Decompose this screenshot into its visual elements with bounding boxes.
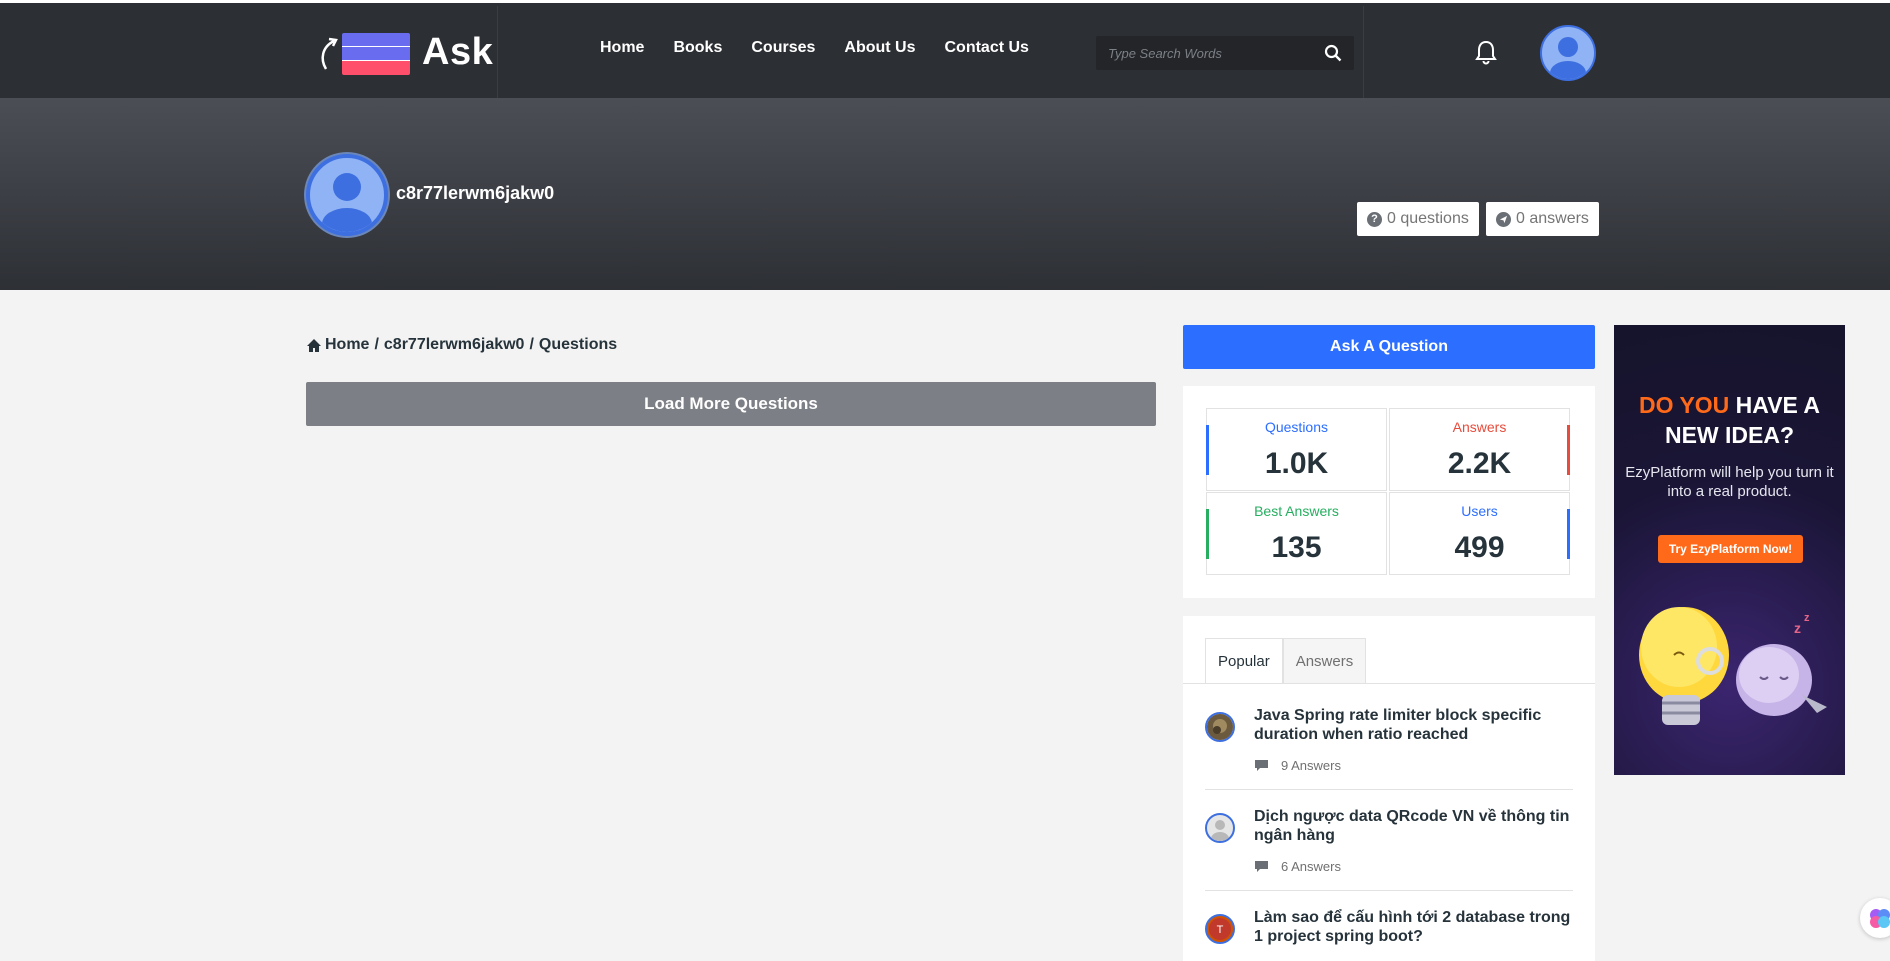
nav-books[interactable]: Books bbox=[673, 39, 722, 57]
header-search bbox=[1096, 36, 1354, 70]
tab-answers[interactable]: Answers bbox=[1282, 638, 1367, 684]
answer-count: 6 Answers bbox=[1281, 859, 1341, 874]
site-stats-panel: Questions 1.0K Answers 2.2K Best Answers… bbox=[1183, 386, 1595, 598]
svg-text:z: z bbox=[1794, 620, 1801, 636]
logo-flag-icon bbox=[342, 33, 410, 75]
load-more-questions-button[interactable]: Load More Questions bbox=[306, 382, 1156, 426]
stat-label: Users bbox=[1461, 503, 1498, 519]
lightbulb-mascots-illustration: z z bbox=[1639, 607, 1827, 725]
question-title[interactable]: Làm sao để cấu hình tới 2 database trong… bbox=[1254, 908, 1574, 946]
question-title[interactable]: Dịch ngược data QRcode VN về thông tin n… bbox=[1254, 807, 1574, 845]
brain-assistant-icon[interactable] bbox=[1860, 898, 1890, 938]
popular-widget: Popular Answers Java Spring rate limiter… bbox=[1183, 616, 1595, 961]
logo-arrow-icon bbox=[318, 35, 342, 71]
profile-avatar bbox=[306, 154, 388, 236]
author-avatar[interactable] bbox=[1205, 712, 1235, 742]
comment-icon bbox=[1255, 760, 1268, 771]
main-nav: Home Books Courses About Us Contact Us bbox=[600, 39, 1058, 57]
profile-banner bbox=[0, 98, 1890, 290]
question-mark-icon: ? bbox=[1367, 211, 1382, 227]
question-title[interactable]: Java Spring rate limiter block specific … bbox=[1254, 706, 1574, 744]
header-divider bbox=[1363, 6, 1364, 101]
ad-subtext: EzyPlatform will help you turn it into a… bbox=[1625, 464, 1834, 500]
nav-contact-us[interactable]: Contact Us bbox=[945, 39, 1029, 57]
stat-answers: Answers 2.2K bbox=[1389, 408, 1570, 491]
stat-accent-bar bbox=[1567, 509, 1570, 559]
ad-headline: DO YOU HAVE A NEW IDEA? bbox=[1638, 392, 1821, 448]
question-meta: 6 Answers bbox=[1254, 859, 1341, 874]
answer-count: 9 Answers bbox=[1281, 758, 1341, 773]
stat-accent-bar bbox=[1567, 425, 1570, 475]
nav-courses[interactable]: Courses bbox=[751, 39, 815, 57]
ezyplatform-ad-banner[interactable]: DO YOU HAVE A NEW IDEA? EzyPlatform will… bbox=[1614, 325, 1845, 775]
logo-text: Ask bbox=[422, 31, 494, 73]
ask-question-button[interactable]: Ask A Question bbox=[1183, 325, 1595, 369]
breadcrumb-separator: / bbox=[529, 336, 534, 353]
try-ezyplatform-button[interactable]: Try EzyPlatform Now! bbox=[1658, 535, 1803, 563]
nav-about-us[interactable]: About Us bbox=[844, 39, 915, 57]
search-input[interactable] bbox=[1096, 36, 1316, 70]
breadcrumb-separator: / bbox=[374, 336, 379, 353]
questions-count-label: 0 questions bbox=[1387, 210, 1469, 227]
stat-questions: Questions 1.0K bbox=[1206, 408, 1387, 491]
stat-value: 1.0K bbox=[1264, 447, 1329, 480]
popular-question-item[interactable]: Java Spring rate limiter block specific … bbox=[1205, 706, 1573, 776]
tab-popular[interactable]: Popular bbox=[1205, 638, 1283, 684]
search-icon[interactable] bbox=[1324, 44, 1342, 62]
stat-accent-bar bbox=[1206, 425, 1209, 475]
answers-count-label: 0 answers bbox=[1516, 210, 1589, 227]
tabs-divider bbox=[1183, 683, 1595, 684]
question-meta: 9 Answers bbox=[1254, 758, 1341, 773]
stat-best-answers: Best Answers 135 bbox=[1206, 492, 1387, 575]
svg-text:T: T bbox=[1217, 924, 1224, 936]
user-avatar[interactable] bbox=[1540, 25, 1596, 81]
comment-icon bbox=[1255, 861, 1268, 872]
questions-count-badge[interactable]: ? 0 questions bbox=[1357, 202, 1479, 236]
header-divider bbox=[497, 6, 498, 101]
bell-icon[interactable] bbox=[1474, 39, 1498, 65]
breadcrumb-home[interactable]: Home bbox=[325, 336, 369, 354]
stat-label: Best Answers bbox=[1254, 503, 1339, 519]
author-avatar[interactable] bbox=[1205, 813, 1235, 843]
popular-question-item[interactable]: Dịch ngược data QRcode VN về thông tin n… bbox=[1205, 807, 1573, 877]
home-icon bbox=[307, 338, 321, 352]
list-divider bbox=[1205, 890, 1573, 891]
site-logo[interactable]: Ask bbox=[318, 29, 498, 79]
nav-home[interactable]: Home bbox=[600, 39, 644, 57]
popular-question-item[interactable]: T Làm sao để cấu hình tới 2 database tro… bbox=[1205, 908, 1573, 961]
send-icon bbox=[1496, 211, 1511, 227]
stat-accent-bar bbox=[1206, 509, 1209, 559]
author-avatar[interactable]: T bbox=[1205, 914, 1235, 944]
widget-tabs: Popular Answers bbox=[1205, 638, 1367, 684]
breadcrumb: Home / c8r77lerwm6jakw0 / Questions bbox=[306, 336, 617, 354]
stat-value: 135 bbox=[1271, 531, 1322, 564]
breadcrumb-user[interactable]: c8r77lerwm6jakw0 bbox=[384, 336, 525, 354]
list-divider bbox=[1205, 789, 1573, 790]
stat-label: Questions bbox=[1264, 419, 1329, 435]
svg-text:z: z bbox=[1804, 612, 1810, 624]
stat-label: Answers bbox=[1452, 419, 1507, 435]
breadcrumb-current: Questions bbox=[538, 336, 618, 353]
stat-users: Users 499 bbox=[1389, 492, 1570, 575]
site-header: Ask Home Books Courses About Us Contact … bbox=[0, 0, 1890, 101]
answers-count-badge[interactable]: 0 answers bbox=[1486, 202, 1599, 236]
stat-value: 2.2K bbox=[1447, 447, 1512, 480]
stat-value: 499 bbox=[1454, 531, 1505, 564]
profile-username[interactable]: c8r77lerwm6jakw0 bbox=[396, 183, 554, 204]
